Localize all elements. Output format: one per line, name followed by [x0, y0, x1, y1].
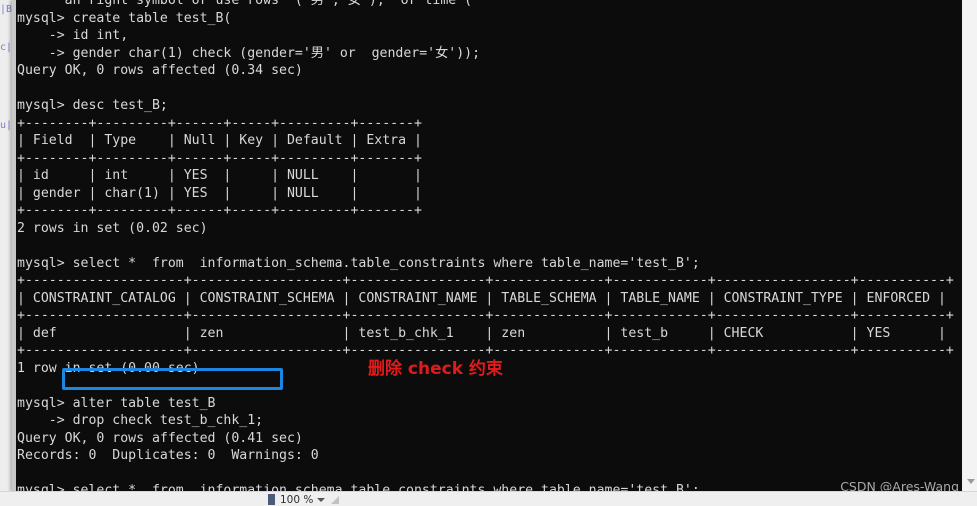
zoom-control[interactable]: 100 % [268, 493, 340, 506]
terminal-line: mysql> create table test_B( [17, 10, 232, 26]
terminal-line: | id | int | YES | | NULL | | [17, 168, 422, 183]
background-window-right-strip [962, 0, 977, 506]
terminal-line: mysql> desc test_B; [17, 98, 168, 113]
terminal-line: | gender | char(1) | YES | | NULL | | [17, 185, 422, 201]
console-left-gutter [12, 0, 16, 492]
status-bar [0, 491, 977, 506]
mysql-console-window[interactable]: an right symbol or use rows ('男','女'); o… [12, 0, 962, 492]
ghost-fragment-1: |B [0, 4, 13, 15]
terminal-line: Query OK, 0 rows affected (0.34 sec) [17, 63, 303, 78]
zoom-level-label: 100 % [280, 493, 314, 506]
resize-grip-icon[interactable] [331, 495, 340, 504]
terminal-line: -> id int, [17, 28, 129, 43]
chevron-down-icon[interactable] [967, 479, 975, 484]
terminal-line: | def | zen | test_b_chk_1 | zen | test_… [17, 325, 946, 341]
terminal-line: +--------+---------+------+-----+-------… [17, 203, 422, 218]
terminal-line: an right symbol or use rows ('男','女'); o… [17, 0, 473, 8]
terminal-line: +--------+---------+------+-----+-------… [17, 150, 422, 166]
annotation-note-delete-check-constraint: 删除 check 约束 [368, 359, 503, 379]
zoom-slider-knob[interactable] [268, 494, 275, 505]
terminal-line: mysql> alter table test_B [17, 395, 216, 411]
terminal-line: +--------+---------+------+-----+-------… [17, 115, 422, 131]
terminal-line: Query OK, 0 rows affected (0.41 sec) [17, 430, 303, 446]
terminal-line: +--------------------+------------------… [17, 273, 954, 288]
terminal-line: | CONSTRAINT_CATALOG | CONSTRAINT_SCHEMA… [17, 290, 946, 306]
terminal-line: +--------------------+------------------… [17, 308, 954, 323]
terminal-line: -> gender char(1) check (gender='男' or g… [17, 45, 481, 61]
screenshot-root: |B c| u| an right symbol or use rows ('男… [0, 0, 977, 506]
terminal-line: mysql> select * from information_schema.… [17, 255, 700, 271]
terminal-line: 2 rows in set (0.02 sec) [17, 220, 208, 236]
chevron-down-icon-zoom[interactable] [317, 497, 326, 502]
terminal-output[interactable]: an right symbol or use rows ('男','女'); o… [17, 0, 962, 492]
ghost-fragment-3: u| [0, 120, 13, 131]
terminal-line: -> drop check test_b_chk_1; [17, 413, 264, 428]
terminal-line: | Field | Type | Null | Key | Default | … [17, 133, 422, 148]
ghost-fragment-2: c| [0, 42, 13, 53]
terminal-line: Records: 0 Duplicates: 0 Warnings: 0 [17, 448, 319, 463]
